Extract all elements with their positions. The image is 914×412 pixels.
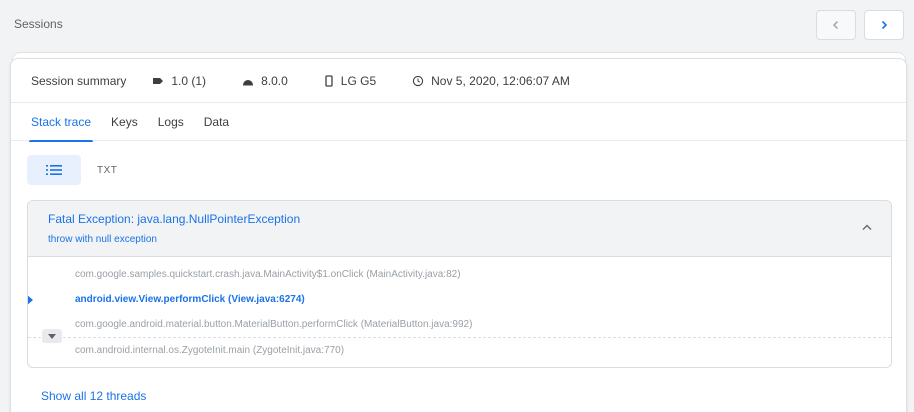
exception-subtitle: throw with null exception — [48, 234, 157, 245]
tab-keys[interactable]: Keys — [101, 103, 148, 141]
caret-down-icon — [48, 333, 56, 339]
frame-divider — [28, 337, 891, 338]
chevron-right-icon — [881, 20, 888, 30]
stack-frame: com.google.android.material.button.Mater… — [75, 319, 473, 330]
page-title: Sessions — [14, 17, 63, 31]
tab-logs[interactable]: Logs — [148, 103, 194, 141]
session-card: Session summary 1.0 (1) 8.0.0 LG G5 Nov … — [10, 58, 907, 412]
os-version-value: 8.0.0 — [261, 73, 288, 88]
list-view-button[interactable] — [27, 155, 81, 185]
stack-frame: com.android.internal.os.ZygoteInit.main … — [75, 345, 345, 356]
top-bar: Sessions — [0, 0, 914, 48]
device-model: LG G5 — [324, 74, 376, 88]
stack-view-toggle: TXT — [27, 155, 117, 185]
chevron-left-icon — [833, 21, 838, 29]
label-icon — [153, 77, 164, 84]
app-version: 1.0 (1) — [152, 74, 206, 88]
chevron-up-icon[interactable] — [861, 223, 873, 231]
app-version-value: 1.0 (1) — [171, 73, 207, 88]
stack-frame-highlighted: android.view.View.performClick (View.jav… — [75, 294, 305, 305]
session-summary-label: Session summary — [31, 73, 127, 88]
next-session-button[interactable] — [864, 10, 904, 40]
current-frame-marker-icon — [28, 295, 33, 305]
tab-data[interactable]: Data — [194, 103, 239, 141]
phone-icon — [325, 74, 333, 87]
os-version: 8.0.0 — [242, 74, 288, 88]
txt-view-button[interactable]: TXT — [97, 165, 117, 176]
session-timestamp: Nov 5, 2020, 12:06:07 AM — [412, 74, 570, 88]
stack-frame: com.google.samples.quickstart.crash.java… — [75, 269, 461, 280]
expand-frames-button[interactable] — [42, 329, 62, 343]
android-icon — [243, 79, 254, 86]
session-tabs: Stack trace Keys Logs Data — [11, 103, 906, 142]
device-model-value: LG G5 — [340, 73, 377, 88]
session-timestamp-value: Nov 5, 2020, 12:06:07 AM — [431, 73, 570, 88]
exception-header[interactable]: Fatal Exception: java.lang.NullPointerEx… — [28, 201, 891, 257]
clock-icon — [412, 75, 424, 86]
session-summary: Session summary 1.0 (1) 8.0.0 LG G5 Nov … — [11, 59, 906, 103]
exception-title: Fatal Exception: java.lang.NullPointerEx… — [48, 212, 301, 226]
tab-stack-trace[interactable]: Stack trace — [21, 103, 101, 142]
exception-panel: Fatal Exception: java.lang.NullPointerEx… — [27, 200, 892, 368]
show-all-threads-link[interactable]: Show all 12 threads — [41, 389, 146, 403]
list-icon — [46, 165, 62, 175]
previous-session-button[interactable] — [816, 10, 856, 40]
